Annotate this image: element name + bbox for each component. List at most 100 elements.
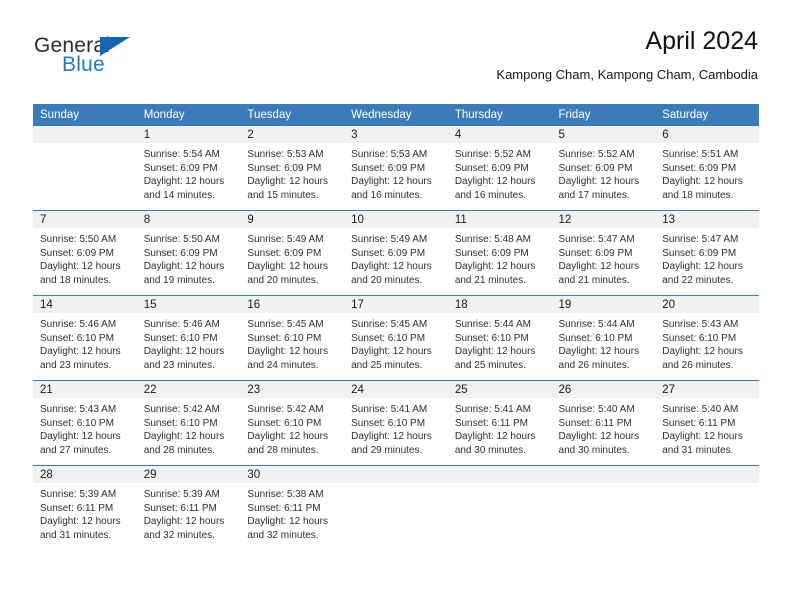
calendar-day-cell[interactable]: 13 Sunrise: 5:47 AM Sunset: 6:09 PM Dayligh…: [655, 210, 759, 296]
day-daylight1-text: Daylight: 12 hours: [454, 431, 536, 443]
day-cell-content: 27 Sunrise: 5:40 AM Sunset: 6:11 PM Dayligh…: [655, 381, 759, 465]
day-sunset-text: Sunset: 6:09 PM: [662, 247, 737, 259]
calendar-day-cell[interactable]: 23 Sunrise: 5:42 AM Sunset: 6:10 PM Dayligh…: [240, 380, 345, 466]
day-number: 28: [33, 466, 137, 483]
calendar-day-cell[interactable]: 24 Sunrise: 5:41 AM Sunset: 6:10 PM Dayligh…: [344, 380, 448, 466]
day-number: 7: [33, 211, 137, 228]
day-daylight2-text: and 26 minutes.: [662, 359, 734, 371]
calendar-day-cell[interactable]: 28 Sunrise: 5:39 AM Sunset: 6:11 PM Dayligh…: [33, 465, 137, 550]
day-cell-content: 8 Sunrise: 5:50 AM Sunset: 6:09 PM Daylight…: [136, 211, 241, 295]
day-sunset-text: Sunset: 6:09 PM: [351, 247, 426, 259]
calendar-day-cell[interactable]: 27 Sunrise: 5:40 AM Sunset: 6:11 PM Dayligh…: [655, 380, 759, 466]
calendar-day-cell[interactable]: 29 Sunrise: 5:39 AM Sunset: 6:11 PM Dayligh…: [136, 465, 241, 550]
day-sunrise-text: Sunrise: 5:47 AM: [662, 234, 739, 245]
day-details: Sunrise: 5:46 AM Sunset: 6:10 PM Daylight:…: [33, 313, 137, 372]
day-daylight1-text: Daylight: 12 hours: [558, 346, 640, 358]
day-number: 12: [551, 211, 656, 228]
day-daylight2-text: and 20 minutes.: [247, 274, 319, 286]
calendar-day-cell[interactable]: 20 Sunrise: 5:43 AM Sunset: 6:10 PM Dayligh…: [655, 295, 759, 381]
calendar-day-cell[interactable]: 2 Sunrise: 5:53 AM Sunset: 6:09 PM Daylight…: [240, 126, 345, 211]
day-cell-content: 26 Sunrise: 5:40 AM Sunset: 6:11 PM Dayligh…: [551, 381, 656, 465]
calendar-day-cell[interactable]: 14 Sunrise: 5:46 AM Sunset: 6:10 PM Dayligh…: [33, 295, 137, 381]
day-sunrise-text: Sunrise: 5:41 AM: [351, 404, 428, 415]
day-sunset-text: Sunset: 6:10 PM: [454, 332, 529, 344]
day-sunset-text: Sunset: 6:10 PM: [247, 417, 322, 429]
calendar-day-cell[interactable]: 9 Sunrise: 5:49 AM Sunset: 6:09 PM Daylight…: [240, 210, 345, 296]
day-cell-content: 16 Sunrise: 5:45 AM Sunset: 6:10 PM Dayligh…: [240, 296, 345, 380]
day-sunset-text: Sunset: 6:10 PM: [351, 417, 426, 429]
day-details: Sunrise: 5:53 AM Sunset: 6:09 PM Daylight:…: [240, 143, 344, 202]
day-number: 2: [240, 126, 345, 143]
day-number: [447, 466, 552, 483]
weekday-header-friday: Friday: [551, 104, 656, 126]
day-sunrise-text: Sunrise: 5:47 AM: [558, 234, 635, 245]
day-number: 30: [240, 466, 345, 483]
calendar-day-cell[interactable]: 18 Sunrise: 5:44 AM Sunset: 6:10 PM Dayligh…: [447, 295, 552, 381]
day-sunset-text: Sunset: 6:09 PM: [662, 162, 737, 174]
calendar-day-cell[interactable]: 1 Sunrise: 5:54 AM Sunset: 6:09 PM Daylight…: [136, 126, 241, 211]
calendar-week-row: 28 Sunrise: 5:39 AM Sunset: 6:11 PM Dayligh…: [33, 465, 759, 550]
day-number: 16: [240, 296, 345, 313]
day-cell-content: 6 Sunrise: 5:51 AM Sunset: 6:09 PM Daylight…: [655, 126, 759, 210]
day-daylight1-text: Daylight: 12 hours: [247, 516, 329, 528]
day-cell-content: 21 Sunrise: 5:43 AM Sunset: 6:10 PM Dayligh…: [33, 381, 137, 465]
day-daylight1-text: Daylight: 12 hours: [662, 176, 743, 188]
day-number: 19: [551, 296, 656, 313]
day-cell-content: [655, 466, 759, 550]
day-number: 17: [344, 296, 448, 313]
day-number: 14: [33, 296, 137, 313]
day-number: 24: [344, 381, 448, 398]
day-number: 26: [551, 381, 656, 398]
calendar-day-cell[interactable]: 26 Sunrise: 5:40 AM Sunset: 6:11 PM Dayligh…: [551, 380, 656, 466]
calendar-day-cell[interactable]: 15 Sunrise: 5:46 AM Sunset: 6:10 PM Dayligh…: [136, 295, 241, 381]
calendar-day-cell[interactable]: 3 Sunrise: 5:53 AM Sunset: 6:09 PM Daylight…: [344, 126, 448, 211]
day-details: Sunrise: 5:44 AM Sunset: 6:10 PM Daylight:…: [552, 313, 656, 372]
day-cell-content: [344, 466, 448, 550]
calendar-day-cell[interactable]: 19 Sunrise: 5:44 AM Sunset: 6:10 PM Dayligh…: [551, 295, 656, 381]
day-details: Sunrise: 5:39 AM Sunset: 6:11 PM Daylight:…: [33, 483, 137, 542]
day-daylight2-text: and 28 minutes.: [247, 444, 319, 456]
calendar-day-cell[interactable]: 4 Sunrise: 5:52 AM Sunset: 6:09 PM Daylight…: [447, 126, 552, 211]
calendar-day-cell[interactable]: 7 Sunrise: 5:50 AM Sunset: 6:09 PM Daylight…: [33, 210, 137, 296]
day-details: [552, 483, 656, 488]
day-sunset-text: Sunset: 6:10 PM: [143, 417, 218, 429]
day-daylight1-text: Daylight: 12 hours: [558, 176, 640, 188]
calendar-day-cell[interactable]: 11 Sunrise: 5:48 AM Sunset: 6:09 PM Dayligh…: [447, 210, 552, 296]
day-sunrise-text: Sunrise: 5:43 AM: [40, 404, 117, 415]
calendar-day-cell[interactable]: 5 Sunrise: 5:52 AM Sunset: 6:09 PM Daylight…: [551, 126, 656, 211]
day-daylight2-text: and 30 minutes.: [454, 444, 526, 456]
day-details: Sunrise: 5:46 AM Sunset: 6:10 PM Daylight:…: [137, 313, 241, 372]
day-sunrise-text: Sunrise: 5:39 AM: [143, 489, 220, 500]
day-cell-content: [551, 466, 656, 550]
day-number: 6: [655, 126, 759, 143]
calendar-day-cell[interactable]: 10 Sunrise: 5:49 AM Sunset: 6:09 PM Dayligh…: [344, 210, 448, 296]
day-daylight2-text: and 20 minutes.: [351, 274, 423, 286]
calendar-day-cell[interactable]: 22 Sunrise: 5:42 AM Sunset: 6:10 PM Dayligh…: [136, 380, 241, 466]
day-sunset-text: Sunset: 6:10 PM: [662, 332, 737, 344]
day-sunrise-text: Sunrise: 5:45 AM: [351, 319, 428, 330]
calendar-header-row: Sunday Monday Tuesday Wednesday Thursday…: [33, 104, 759, 126]
calendar-day-cell[interactable]: 6 Sunrise: 5:51 AM Sunset: 6:09 PM Daylight…: [655, 126, 759, 211]
calendar-day-cell[interactable]: 30 Sunrise: 5:38 AM Sunset: 6:11 PM Dayligh…: [240, 465, 345, 550]
calendar-day-cell[interactable]: 25 Sunrise: 5:41 AM Sunset: 6:11 PM Dayligh…: [447, 380, 552, 466]
calendar-day-cell[interactable]: 16 Sunrise: 5:45 AM Sunset: 6:10 PM Dayligh…: [240, 295, 345, 381]
calendar-page: General Blue April 2024 Kampong Cham, Ka…: [0, 0, 792, 612]
day-sunrise-text: Sunrise: 5:51 AM: [662, 149, 739, 160]
day-cell-content: 29 Sunrise: 5:39 AM Sunset: 6:11 PM Dayligh…: [136, 466, 241, 550]
generalblue-logo[interactable]: General Blue: [34, 34, 214, 86]
day-sunset-text: Sunset: 6:10 PM: [40, 332, 114, 344]
day-sunset-text: Sunset: 6:09 PM: [143, 162, 218, 174]
day-number: 10: [344, 211, 448, 228]
day-daylight1-text: Daylight: 12 hours: [143, 346, 225, 358]
day-daylight1-text: Daylight: 12 hours: [143, 176, 225, 188]
calendar-day-cell[interactable]: 12 Sunrise: 5:47 AM Sunset: 6:09 PM Dayligh…: [551, 210, 656, 296]
day-cell-content: 12 Sunrise: 5:47 AM Sunset: 6:09 PM Dayligh…: [551, 211, 656, 295]
day-daylight1-text: Daylight: 12 hours: [40, 346, 121, 358]
calendar-day-cell[interactable]: 17 Sunrise: 5:45 AM Sunset: 6:10 PM Dayligh…: [344, 295, 448, 381]
day-daylight1-text: Daylight: 12 hours: [662, 346, 743, 358]
calendar-day-cell-empty: [447, 465, 552, 550]
calendar-day-cell[interactable]: 8 Sunrise: 5:50 AM Sunset: 6:09 PM Daylight…: [136, 210, 241, 296]
day-sunrise-text: Sunrise: 5:52 AM: [454, 149, 531, 160]
day-details: Sunrise: 5:45 AM Sunset: 6:10 PM Daylight:…: [344, 313, 448, 372]
calendar-day-cell[interactable]: 21 Sunrise: 5:43 AM Sunset: 6:10 PM Dayligh…: [33, 380, 137, 466]
